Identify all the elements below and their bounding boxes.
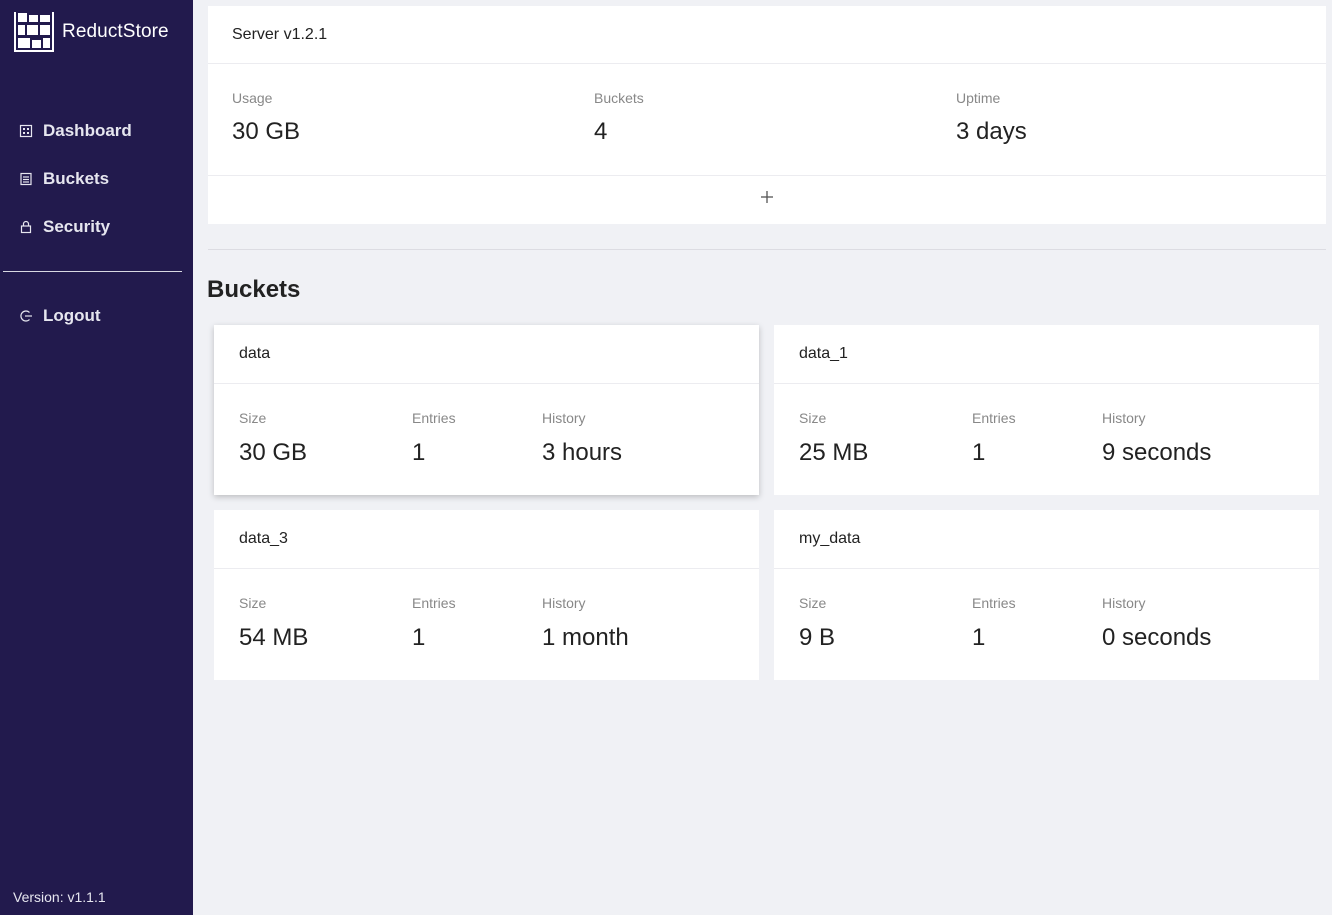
- entries-value: 1: [972, 439, 986, 466]
- sidebar-item-security[interactable]: Security: [0, 207, 193, 247]
- sidebar-item-buckets[interactable]: Buckets: [0, 159, 193, 199]
- history-label: History: [1102, 595, 1146, 611]
- history-value: 9 seconds: [1102, 439, 1212, 466]
- entries-value: 1: [412, 624, 426, 651]
- usage-label: Usage: [232, 90, 273, 106]
- entries-value: 1: [412, 439, 426, 466]
- bucket-name: my_data: [799, 530, 861, 547]
- sidebar-item-dashboard[interactable]: Dashboard: [0, 111, 193, 151]
- sidebar-item-label: Logout: [43, 306, 101, 325]
- size-label: Size: [799, 410, 827, 426]
- history-value: 1 month: [542, 624, 629, 651]
- bucket-card-data_1[interactable]: data_1 Size 25 MB Entries 1 History 9 se…: [774, 325, 1319, 495]
- sidebar-divider: [3, 271, 182, 272]
- sidebar-item-label: Security: [43, 217, 111, 236]
- history-label: History: [1102, 410, 1146, 426]
- uptime-value: 3 days: [956, 118, 1027, 145]
- bucket-name: data_3: [239, 530, 288, 547]
- card-divider: [208, 175, 1326, 176]
- card-divider: [774, 568, 1319, 569]
- bucket-card-data_3[interactable]: data_3 Size 54 MB Entries 1 History 1 mo…: [214, 510, 759, 680]
- app-name: ReductStore: [62, 21, 169, 42]
- logo-icon: [14, 12, 54, 52]
- entries-label: Entries: [972, 410, 1016, 426]
- add-bucket-button[interactable]: [756, 186, 778, 208]
- history-value: 3 hours: [542, 439, 623, 466]
- sidebar: ReductStore Dashboard Buckets Security L…: [0, 0, 193, 915]
- sidebar-item-label: Dashboard: [43, 121, 132, 140]
- server-info-card: Server v1.2.1 Usage 30 GB Buckets 4 Upti…: [208, 6, 1326, 224]
- size-value: 54 MB: [239, 624, 309, 651]
- usage-value: 30 GB: [232, 118, 301, 145]
- bucket-name: data_1: [799, 345, 848, 362]
- bucket-card-my_data[interactable]: my_data Size 9 B Entries 1 History 0 sec…: [774, 510, 1319, 680]
- history-value: 0 seconds: [1102, 624, 1212, 651]
- version-text: Version: v1.1.1: [13, 889, 106, 905]
- logo[interactable]: ReductStore: [13, 11, 169, 53]
- history-label: History: [542, 410, 586, 426]
- section-divider: [208, 249, 1326, 250]
- dashboard-icon: [19, 124, 33, 138]
- size-value: 9 B: [799, 624, 836, 651]
- size-value: 25 MB: [799, 439, 869, 466]
- entries-label: Entries: [412, 410, 456, 426]
- card-divider: [214, 568, 759, 569]
- history-label: History: [542, 595, 586, 611]
- lock-icon: [19, 220, 33, 234]
- bucket-list-icon: [19, 172, 33, 186]
- entries-label: Entries: [412, 595, 456, 611]
- sidebar-item-logout[interactable]: Logout: [0, 296, 193, 336]
- size-label: Size: [239, 595, 267, 611]
- entries-label: Entries: [972, 595, 1016, 611]
- bucket-card-data[interactable]: data Size 30 GB Entries 1 History 3 hour…: [214, 325, 759, 495]
- logout-icon: [19, 309, 33, 323]
- server-title: Server v1.2.1: [232, 26, 328, 43]
- size-label: Size: [799, 595, 827, 611]
- uptime-label: Uptime: [956, 90, 1001, 106]
- plus-icon: [761, 191, 773, 203]
- card-divider: [214, 383, 759, 384]
- size-label: Size: [239, 410, 267, 426]
- card-divider: [208, 63, 1326, 64]
- size-value: 30 GB: [239, 439, 308, 466]
- bucket-name: data: [239, 345, 271, 362]
- card-divider: [774, 383, 1319, 384]
- sidebar-item-label: Buckets: [43, 169, 110, 188]
- buckets-count-value: 4: [594, 118, 608, 145]
- buckets-count-label: Buckets: [594, 90, 644, 106]
- buckets-section-title: Buckets: [207, 276, 301, 303]
- entries-value: 1: [972, 624, 986, 651]
